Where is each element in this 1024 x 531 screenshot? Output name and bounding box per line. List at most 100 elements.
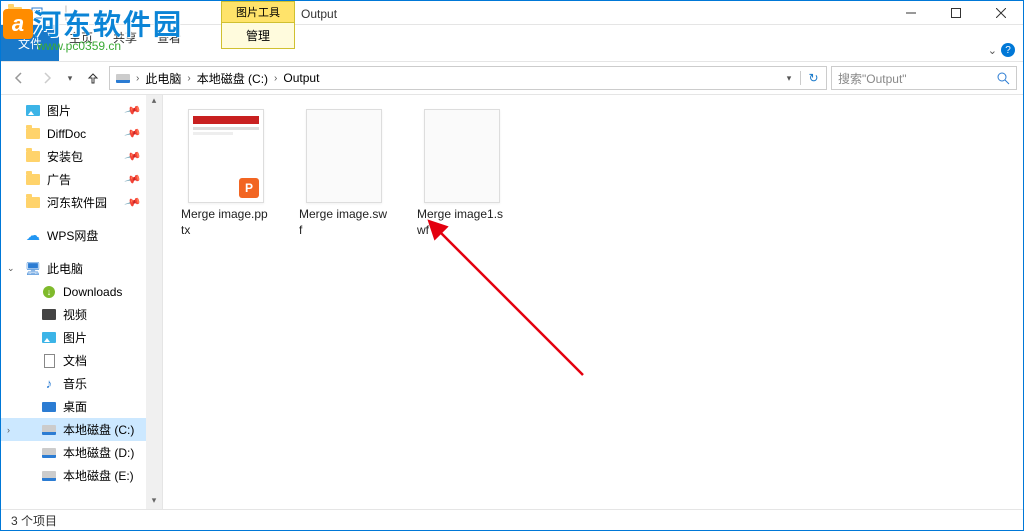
sidebar-item-label: 此电脑 xyxy=(47,260,83,277)
desktop-icon xyxy=(41,399,57,415)
search-placeholder: 搜索"Output" xyxy=(838,70,907,87)
sidebar-item-label: 视频 xyxy=(63,306,87,323)
picture-tools-contextual-tab[interactable]: 图片工具 管理 xyxy=(221,1,295,49)
qat-dropdown-icon[interactable]: ▾ xyxy=(49,3,61,23)
pic-icon xyxy=(25,103,41,119)
sidebar-pc-item[interactable]: 桌面 xyxy=(1,395,162,418)
sidebar-item-label: Downloads xyxy=(63,285,122,299)
address-bar[interactable]: › 此电脑 › 本地磁盘 (C:) › Output ▾ ↻ xyxy=(109,66,827,90)
help-icon[interactable]: ? xyxy=(1001,43,1015,57)
nav-back-button[interactable] xyxy=(7,66,31,90)
quick-access-toolbar: ▾ | xyxy=(1,3,69,23)
file-thumbnail-pptx: P xyxy=(188,109,264,203)
folder-icon xyxy=(25,126,41,142)
sidebar-quick-item[interactable]: 安装包📌 xyxy=(1,145,162,168)
collapse-icon[interactable]: ⌄ xyxy=(7,263,15,274)
sidebar-quick-item[interactable]: 河东软件园 📌 xyxy=(1,191,162,214)
file-name-label: Merge image1.swf xyxy=(415,203,509,238)
search-icon[interactable] xyxy=(997,72,1010,85)
sidebar-item-label: 安装包 xyxy=(47,148,83,165)
main-area: 图片 📌 DiffDoc 📌 安装包📌 广告 📌 河东软件园 📌 ☁ WPS网盘 ⌄ 🖥 此电脑… xyxy=(1,95,1023,509)
dl-icon: ↓ xyxy=(41,284,57,300)
refresh-button[interactable]: ↻ xyxy=(800,71,826,85)
window-title: Output xyxy=(301,7,337,21)
pin-icon: 📌 xyxy=(124,193,142,211)
nav-recent-dropdown[interactable]: ▾ xyxy=(63,66,77,90)
close-button[interactable] xyxy=(978,1,1023,25)
file-thumbnail-blank xyxy=(306,109,382,203)
disk-icon xyxy=(41,422,57,438)
sidebar-item-label: 本地磁盘 (D:) xyxy=(63,444,134,461)
ribbon-tab-share[interactable]: 共享 xyxy=(103,25,147,61)
sidebar-pc-item[interactable]: 文档 xyxy=(1,349,162,372)
pptx-badge-icon: P xyxy=(239,178,259,198)
status-bar: 3 个项目 xyxy=(1,509,1023,531)
file-thumbnail-blank xyxy=(424,109,500,203)
nav-up-button[interactable] xyxy=(81,66,105,90)
navigation-sidebar[interactable]: 图片 📌 DiffDoc 📌 安装包📌 广告 📌 河东软件园 📌 ☁ WPS网盘 ⌄ 🖥 此电脑… xyxy=(1,95,163,509)
picture-tools-label: 图片工具 xyxy=(221,1,295,23)
sidebar-quick-item[interactable]: DiffDoc 📌 xyxy=(1,122,162,145)
qat-separator: | xyxy=(63,3,69,23)
window-controls xyxy=(888,1,1023,25)
ribbon-tab-home[interactable]: 主页 xyxy=(59,25,103,61)
ribbon-tab-view[interactable]: 查看 xyxy=(147,25,191,61)
titlebar: ▾ | xyxy=(1,1,1023,25)
address-dropdown-icon[interactable]: ▾ xyxy=(778,73,800,84)
file-item[interactable]: PMerge image.pptx xyxy=(179,109,273,238)
pic-icon xyxy=(41,330,57,346)
folder-icon xyxy=(25,195,41,211)
pin-icon: 📌 xyxy=(124,101,142,119)
sidebar-item-label: 河东软件园 xyxy=(47,194,107,211)
sidebar-pc-item[interactable]: 视频 xyxy=(1,303,162,326)
status-item-count: 3 个项目 xyxy=(11,512,57,529)
ribbon-expand-icon[interactable]: ⌄ xyxy=(988,44,997,57)
chevron-right-icon[interactable]: › xyxy=(270,73,281,84)
search-input[interactable]: 搜索"Output" xyxy=(831,66,1017,90)
navigation-bar: ▾ › 此电脑 › 本地磁盘 (C:) › Output ▾ ↻ 搜索"Outp… xyxy=(1,61,1023,95)
sidebar-quick-item[interactable]: 广告 📌 xyxy=(1,168,162,191)
explorer-icon xyxy=(5,3,25,23)
picture-tools-manage[interactable]: 管理 xyxy=(221,23,295,49)
sidebar-item-label: 图片 xyxy=(47,102,71,119)
maximize-button[interactable] xyxy=(933,1,978,25)
sidebar-wps-cloud[interactable]: ☁ WPS网盘 xyxy=(1,224,162,247)
ribbon: 文件 主页 共享 查看 图片工具 管理 Output ⌄ ? xyxy=(1,25,1023,61)
sidebar-pc-item[interactable]: ›本地磁盘 (C:) xyxy=(1,418,162,441)
sidebar-item-label: WPS网盘 xyxy=(47,227,98,244)
breadcrumb-seg-2[interactable]: Output xyxy=(281,71,321,85)
sidebar-scrollbar[interactable]: ▴ ▾ xyxy=(146,95,162,509)
file-name-label: Merge image.swf xyxy=(297,203,391,238)
nav-forward-button[interactable] xyxy=(35,66,59,90)
pin-icon: 📌 xyxy=(124,124,142,142)
sidebar-this-pc[interactable]: ⌄ 🖥 此电脑 xyxy=(1,257,162,280)
chevron-right-icon[interactable]: › xyxy=(132,73,143,84)
file-item[interactable]: Merge image.swf xyxy=(297,109,391,238)
breadcrumb-seg-0[interactable]: 此电脑 xyxy=(143,70,183,87)
sidebar-item-label: 广告 xyxy=(47,171,71,188)
ribbon-file-tab[interactable]: 文件 xyxy=(1,25,59,61)
sidebar-item-label: DiffDoc xyxy=(47,127,86,141)
video-icon xyxy=(41,307,57,323)
sidebar-item-label: 桌面 xyxy=(63,398,87,415)
properties-icon[interactable] xyxy=(27,3,47,23)
sidebar-item-label: 本地磁盘 (E:) xyxy=(63,467,134,484)
minimize-button[interactable] xyxy=(888,1,933,25)
doc-icon xyxy=(41,353,57,369)
sidebar-pc-item[interactable]: ↓ Downloads xyxy=(1,280,162,303)
sidebar-item-label: 文档 xyxy=(63,352,87,369)
sidebar-pc-item[interactable]: 本地磁盘 (E:) xyxy=(1,464,162,487)
pin-icon: 📌 xyxy=(124,170,142,188)
breadcrumb-drive-icon xyxy=(114,74,132,83)
sidebar-quick-item[interactable]: 图片 📌 xyxy=(1,99,162,122)
expand-icon[interactable]: › xyxy=(7,425,10,435)
sidebar-pc-item[interactable]: ♪音乐 xyxy=(1,372,162,395)
file-item[interactable]: Merge image1.swf xyxy=(415,109,509,238)
chevron-right-icon[interactable]: › xyxy=(183,73,194,84)
sidebar-pc-item[interactable]: 图片 xyxy=(1,326,162,349)
annotation-arrow xyxy=(423,215,623,415)
file-list-area[interactable]: PMerge image.pptx Merge image.swf Merge im… xyxy=(163,95,1023,509)
folder-icon xyxy=(25,149,41,165)
sidebar-pc-item[interactable]: 本地磁盘 (D:) xyxy=(1,441,162,464)
breadcrumb-seg-1[interactable]: 本地磁盘 (C:) xyxy=(195,70,270,87)
